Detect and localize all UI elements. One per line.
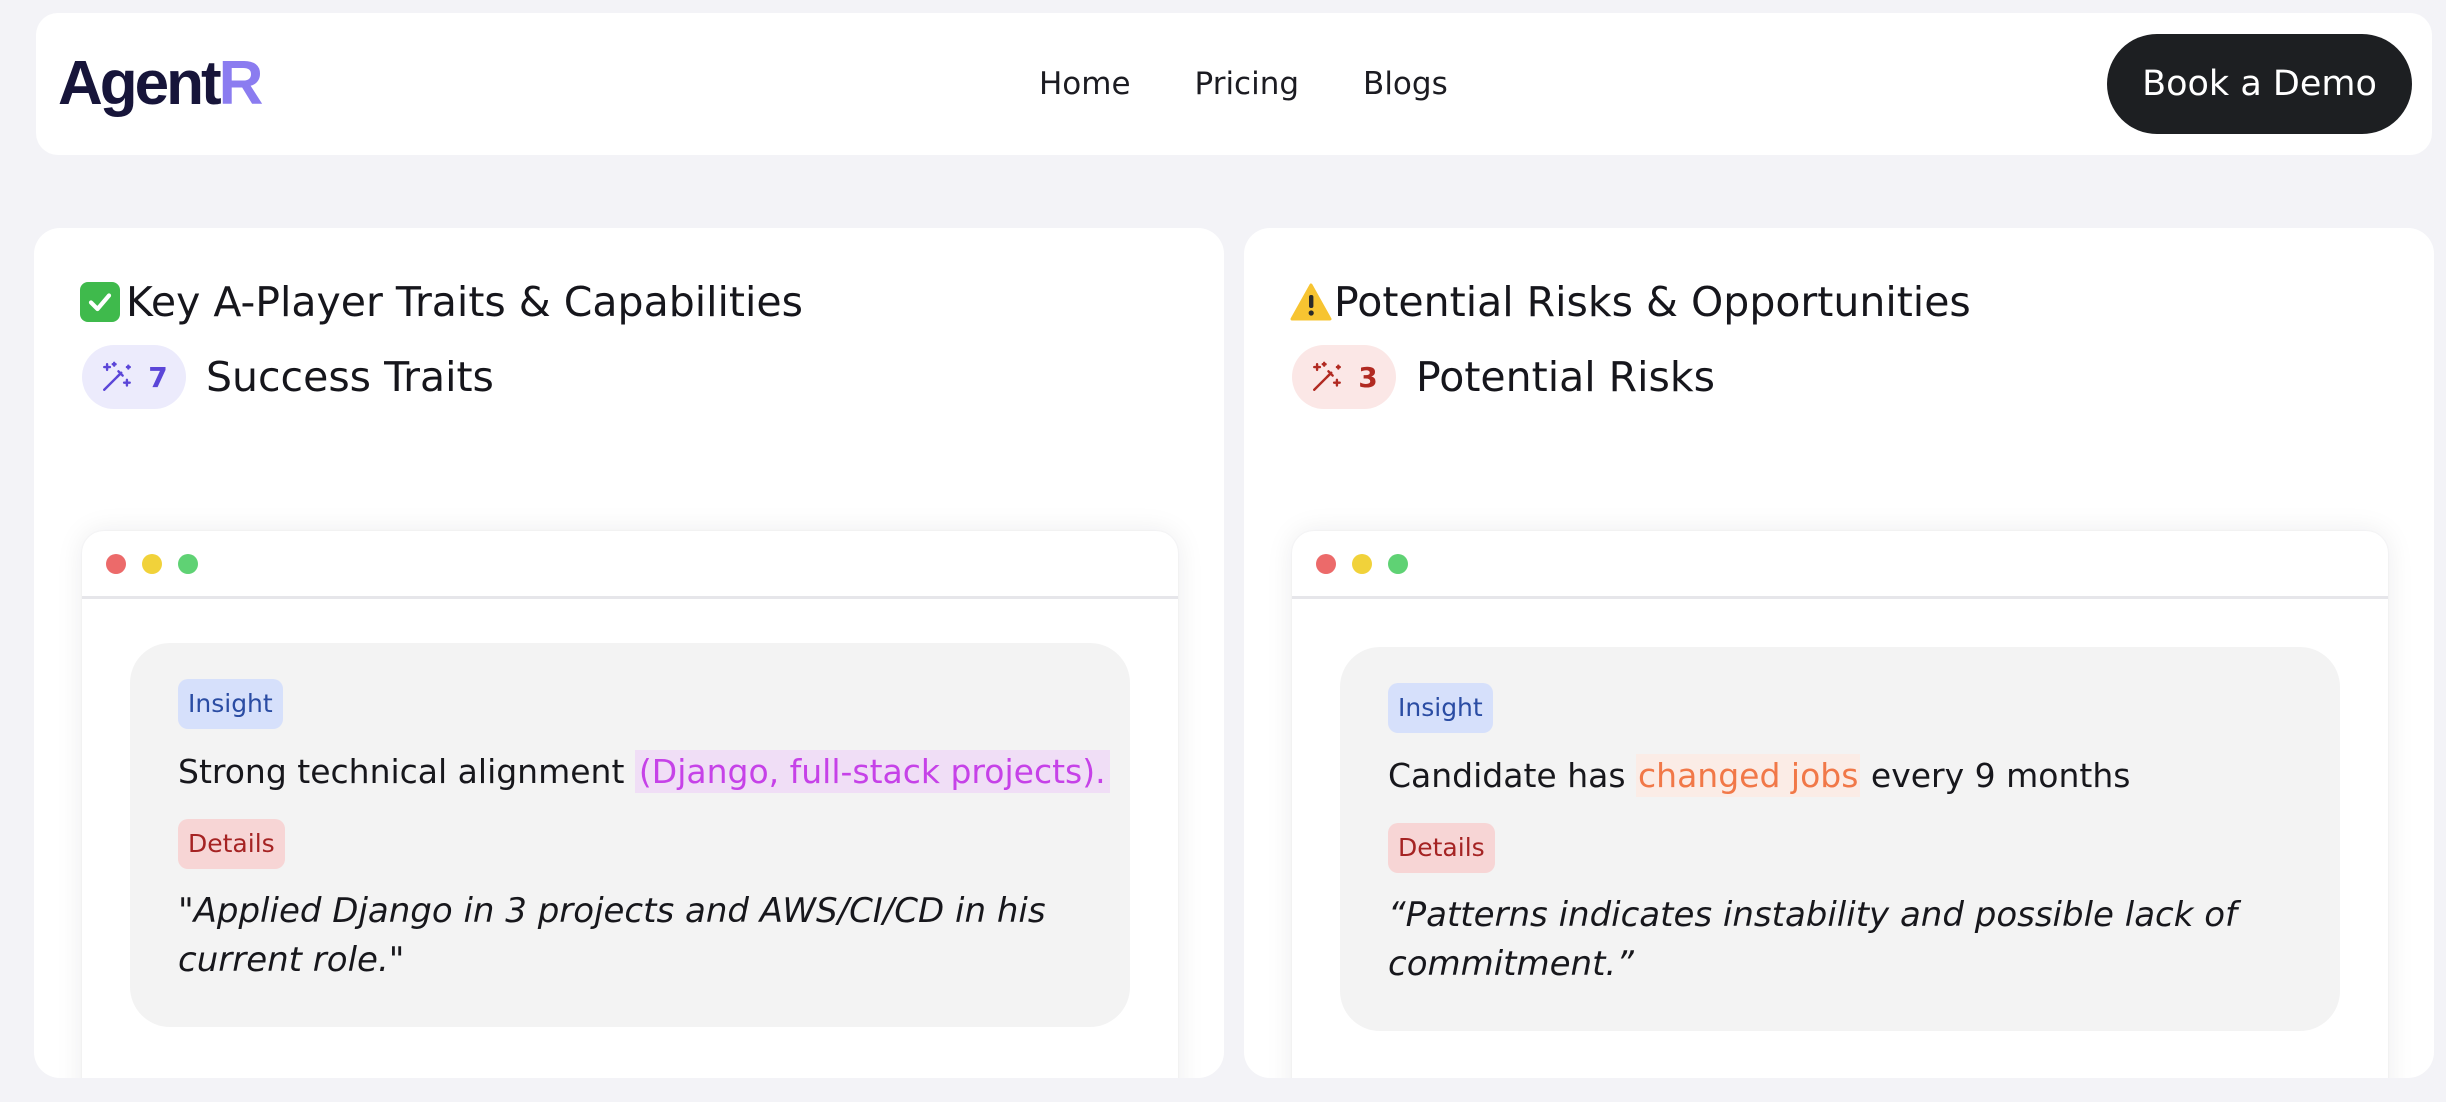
risks-preview-window: Insight Candidate has changed jobs every… bbox=[1292, 531, 2388, 1078]
success-traits-count: 7 bbox=[148, 360, 168, 394]
traits-panel: Key A-Player Traits & Capabilities 7 Suc… bbox=[34, 228, 1224, 1078]
magic-wand-icon bbox=[103, 361, 132, 391]
insight-text-after: every 9 months bbox=[1870, 756, 2131, 795]
nav-link-pricing[interactable]: Pricing bbox=[1195, 66, 1300, 102]
success-traits-label: Success Traits bbox=[206, 353, 494, 401]
traits-panel-title: Key A-Player Traits & Capabilities bbox=[126, 278, 803, 326]
window-title-bar bbox=[82, 531, 1178, 599]
risks-panel: Potential Risks & Opportunities 3 Potent… bbox=[1244, 228, 2434, 1078]
risk-insight-card: Insight Candidate has changed jobs every… bbox=[1340, 647, 2340, 1031]
success-traits-summary: 7 Success Traits bbox=[82, 345, 494, 409]
warning-emoji-icon bbox=[1290, 283, 1332, 321]
details-tag: Details bbox=[178, 819, 285, 869]
window-maximize-dot bbox=[178, 553, 198, 574]
nav-link-home[interactable]: Home bbox=[1039, 66, 1131, 102]
insight-text: Strong technical alignment (Django, full… bbox=[178, 747, 1110, 797]
logo[interactable]: AgentR bbox=[58, 53, 263, 115]
main-nav: Home Pricing Blogs bbox=[1039, 13, 1448, 155]
window-minimize-dot bbox=[1352, 553, 1372, 574]
potential-risks-label: Potential Risks bbox=[1416, 353, 1715, 401]
insight-text-main: Strong technical alignment bbox=[178, 752, 625, 791]
magic-wand-icon bbox=[1313, 361, 1342, 391]
insight-highlight: changed jobs bbox=[1636, 754, 1861, 797]
window-minimize-dot bbox=[142, 553, 162, 574]
potential-risks-count: 3 bbox=[1358, 360, 1378, 394]
insight-text-before: Candidate has bbox=[1388, 756, 1626, 795]
check-emoji-icon bbox=[80, 282, 120, 322]
logo-text: Agent bbox=[58, 49, 222, 118]
window-close-dot bbox=[106, 553, 126, 574]
book-demo-button[interactable]: Book a Demo bbox=[2107, 34, 2412, 134]
logo-accent-letter: R bbox=[218, 49, 264, 118]
potential-risks-count-badge: 3 bbox=[1292, 345, 1396, 409]
insight-text: Candidate has changed jobs every 9 month… bbox=[1388, 751, 2292, 801]
traits-panel-heading: Key A-Player Traits & Capabilities bbox=[80, 278, 803, 326]
nav-link-blogs[interactable]: Blogs bbox=[1363, 66, 1448, 102]
details-tag: Details bbox=[1388, 823, 1495, 873]
insight-tag: Insight bbox=[1388, 683, 1493, 733]
success-traits-count-badge: 7 bbox=[82, 345, 186, 409]
window-title-bar bbox=[1292, 531, 2388, 599]
window-maximize-dot bbox=[1388, 553, 1408, 574]
insight-highlight: (Django, full-stack projects). bbox=[634, 750, 1110, 793]
details-quote: "Applied Django in 3 projects and AWS/CI… bbox=[178, 891, 1046, 980]
risks-panel-heading: Potential Risks & Opportunities bbox=[1290, 278, 1971, 326]
insight-tag: Insight bbox=[178, 679, 283, 729]
risks-panel-title: Potential Risks & Opportunities bbox=[1334, 278, 1971, 326]
trait-insight-card: Insight Strong technical alignment (Djan… bbox=[130, 643, 1130, 1027]
potential-risks-summary: 3 Potential Risks bbox=[1292, 345, 1715, 409]
traits-preview-window: Insight Strong technical alignment (Djan… bbox=[82, 531, 1178, 1078]
details-quote: “Patterns indicates instability and poss… bbox=[1388, 895, 2237, 984]
top-navbar: AgentR Home Pricing Blogs Book a Demo bbox=[36, 13, 2432, 155]
window-close-dot bbox=[1316, 553, 1336, 574]
